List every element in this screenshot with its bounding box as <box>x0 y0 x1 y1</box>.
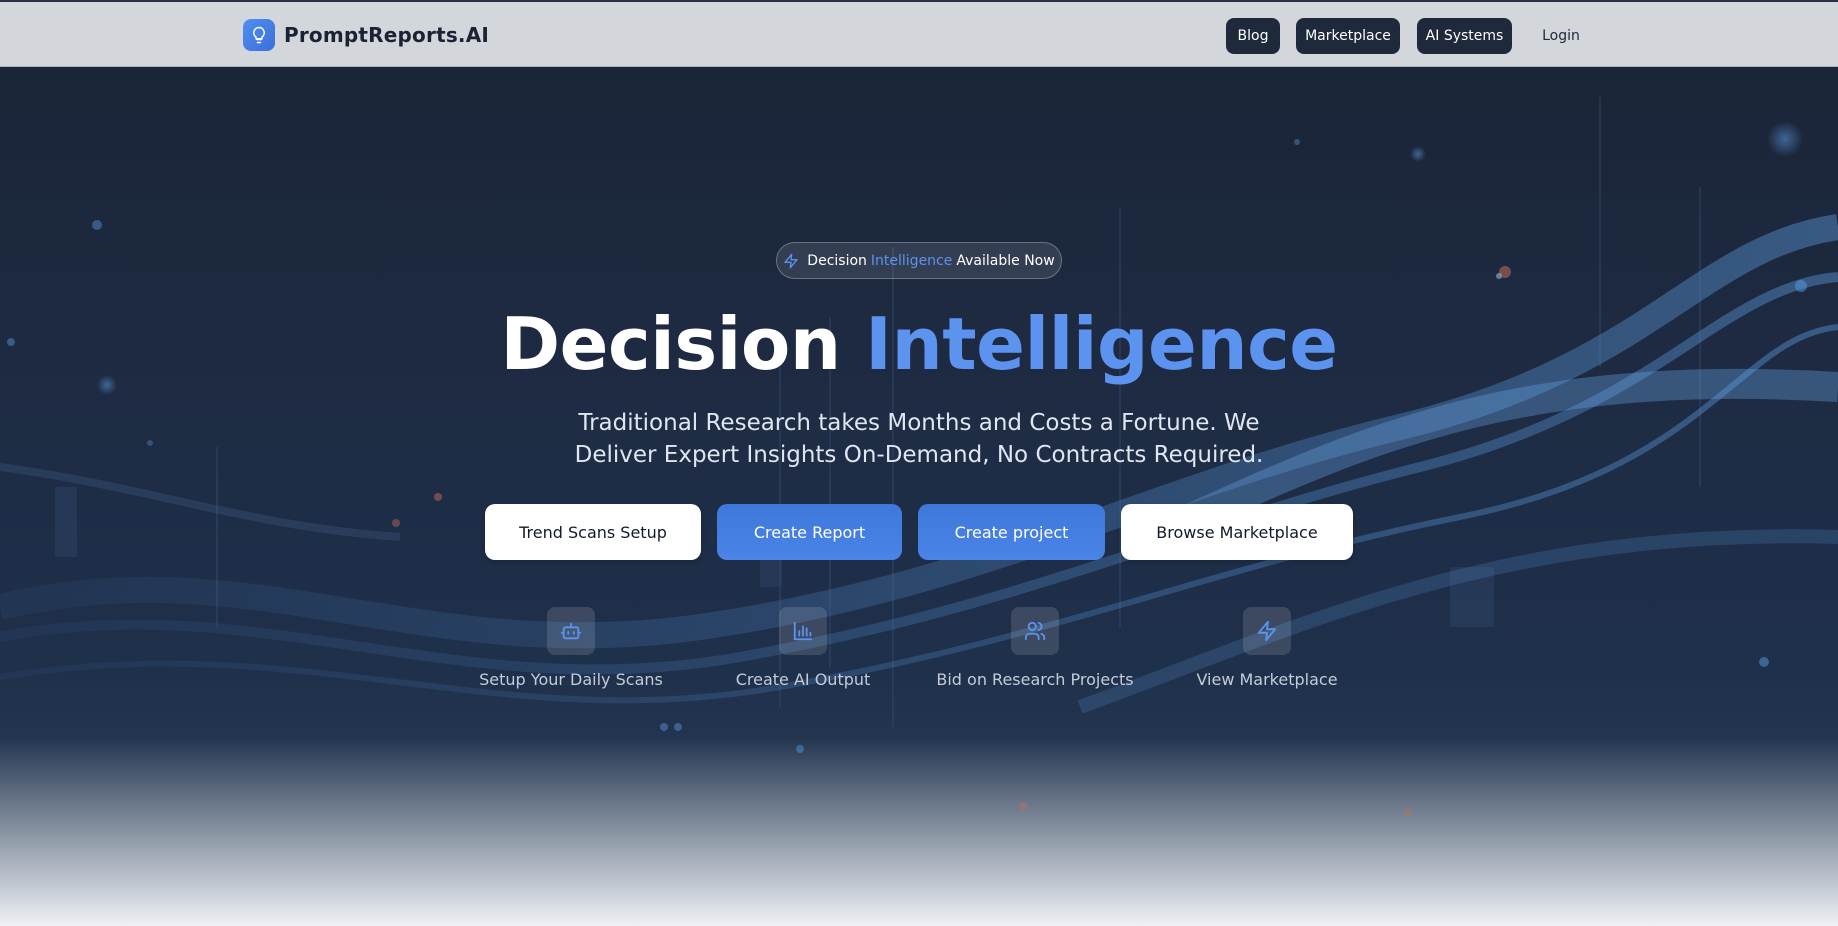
lightning-icon <box>784 253 798 268</box>
lightbulb-icon <box>243 19 275 51</box>
hero-section: Decision Intelligence Available Now Deci… <box>0 67 1838 926</box>
nav-blog-button[interactable]: Blog <box>1226 18 1280 54</box>
badge-suffix: Available Now <box>956 252 1055 269</box>
headline-accent: Intelligence <box>865 302 1338 386</box>
announcement-badge[interactable]: Decision Intelligence Available Now <box>776 242 1062 279</box>
feature-ai-output[interactable]: Create AI Output <box>693 607 913 689</box>
create-project-button[interactable]: Create project <box>918 504 1105 560</box>
nav-marketplace-button[interactable]: Marketplace <box>1296 18 1400 54</box>
bar-chart-icon <box>779 607 827 655</box>
hero-headline: Decision Intelligence <box>0 302 1838 386</box>
feature-label: View Marketplace <box>1196 670 1338 689</box>
feature-label: Setup Your Daily Scans <box>479 670 663 689</box>
brand-logo[interactable]: PromptReports.AI <box>243 19 489 51</box>
feature-daily-scans[interactable]: Setup Your Daily Scans <box>461 607 681 689</box>
login-link[interactable]: Login <box>1530 18 1592 54</box>
create-report-button[interactable]: Create Report <box>717 504 902 560</box>
feature-research-projects[interactable]: Bid on Research Projects <box>925 607 1145 689</box>
navbar: PromptReports.AI Blog Marketplace AI Sys… <box>0 0 1838 67</box>
trend-scans-setup-button[interactable]: Trend Scans Setup <box>485 504 701 560</box>
feature-label: Bid on Research Projects <box>936 670 1134 689</box>
lightning-icon <box>1243 607 1291 655</box>
badge-highlight: Intelligence <box>870 252 953 269</box>
feature-view-marketplace[interactable]: View Marketplace <box>1157 607 1377 689</box>
brand-name: PromptReports.AI <box>284 23 490 47</box>
hero-subtitle: Traditional Research takes Months and Co… <box>574 410 1264 468</box>
hero-background-decoration <box>0 97 1838 816</box>
feature-label: Create AI Output <box>735 670 871 689</box>
users-icon <box>1011 607 1059 655</box>
browse-marketplace-button[interactable]: Browse Marketplace <box>1121 504 1353 560</box>
robot-icon <box>547 607 595 655</box>
nav-ai-systems-button[interactable]: AI Systems <box>1417 18 1512 54</box>
headline-main: Decision <box>500 302 841 386</box>
badge-prefix: Decision <box>807 252 867 269</box>
